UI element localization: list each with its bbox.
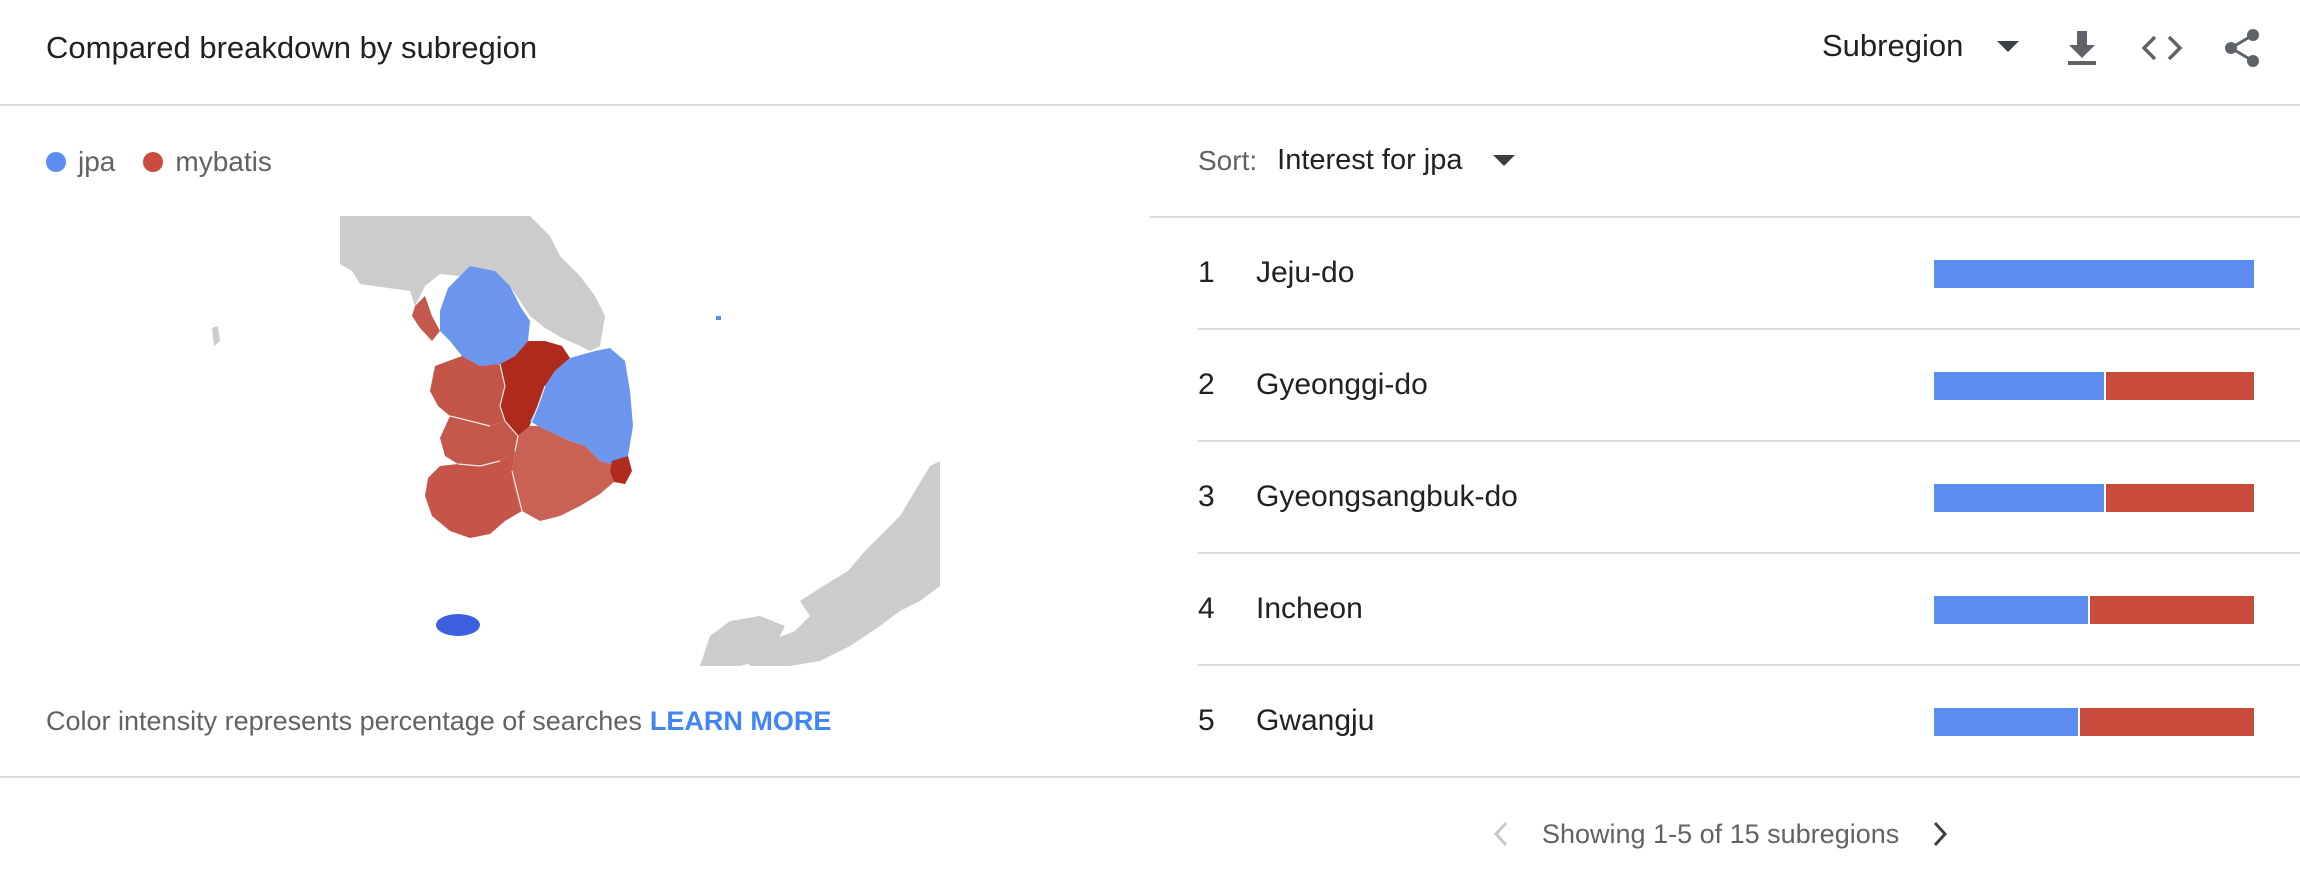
comparison-bar: [1934, 372, 2254, 400]
map-island-east: [716, 316, 721, 320]
sort-control: Sort: Interest for jpa: [1198, 144, 1515, 177]
subregion-map[interactable]: [200, 216, 940, 666]
prev-page-button[interactable]: [1486, 816, 1516, 852]
legend-label-mybatis: mybatis: [175, 146, 272, 177]
comparison-bar: [1934, 596, 2254, 624]
row-rank: 1: [1198, 256, 1215, 289]
bar-segment-mybatis: [2090, 596, 2254, 624]
next-page-button[interactable]: [1925, 816, 1955, 852]
resolution-dropdown-label: Subregion: [1822, 28, 1964, 63]
comparison-bar: [1934, 484, 2254, 512]
comparison-bar: [1934, 260, 2254, 288]
footnote-text: Color intensity represents percentage of…: [46, 706, 642, 736]
bar-segment-jpa: [1934, 372, 2104, 400]
bar-segment-jpa: [1934, 596, 2088, 624]
share-icon[interactable]: [2220, 26, 2264, 70]
sort-label: Sort:: [1198, 144, 1258, 176]
bar-segment-mybatis: [2106, 484, 2254, 512]
pagination-text: Showing 1-5 of 15 subregions: [1542, 818, 1900, 849]
row-name: Jeju-do: [1256, 256, 1355, 289]
pagination: Showing 1-5 of 15 subregions: [1486, 816, 1955, 852]
widget-title: Compared breakdown by subregion: [46, 30, 538, 65]
subregion-list: 1 Jeju-do 2 Gyeonggi-do 3 Gyeongsangbuk-…: [1198, 218, 2300, 776]
widget-header: Compared breakdown by subregion Subregio…: [0, 0, 2300, 106]
chevron-right-icon: [1934, 821, 1948, 847]
legend-dot-mybatis: [143, 152, 164, 172]
map-footnote: Color intensity represents percentage of…: [46, 706, 831, 737]
comparison-bar: [1934, 708, 2254, 736]
list-item[interactable]: 5 Gwangju: [1198, 666, 2300, 776]
bar-segment-jpa: [1934, 260, 2254, 288]
map-region-chungnam[interactable]: [430, 356, 505, 426]
bar-segment-mybatis: [2080, 708, 2254, 736]
row-name: Gwangju: [1256, 704, 1375, 737]
chevron-left-icon: [1493, 821, 1508, 847]
map-region-jeju[interactable]: [436, 614, 480, 636]
row-rank: 2: [1198, 368, 1215, 401]
caret-down-icon[interactable]: [1492, 155, 1515, 166]
bar-segment-jpa: [1934, 708, 2078, 736]
row-name: Gyeonggi-do: [1256, 368, 1428, 401]
row-rank: 4: [1198, 592, 1215, 625]
caret-down-icon: [1997, 40, 2020, 52]
list-item[interactable]: 2 Gyeonggi-do: [1198, 330, 2300, 442]
list-item[interactable]: 4 Incheon: [1198, 554, 2300, 666]
list-item[interactable]: 3 Gyeongsangbuk-do: [1198, 442, 2300, 554]
row-rank: 5: [1198, 704, 1215, 737]
footer-divider: [0, 776, 2300, 778]
legend-item-jpa: jpa: [46, 146, 115, 178]
row-name: Incheon: [1256, 592, 1363, 625]
bar-segment-mybatis: [2106, 372, 2254, 400]
bar-segment-jpa: [1934, 484, 2104, 512]
row-rank: 3: [1198, 480, 1215, 513]
row-name: Gyeongsangbuk-do: [1256, 480, 1518, 513]
list-item[interactable]: 1 Jeju-do: [1198, 218, 2300, 330]
embed-code-icon[interactable]: [2140, 26, 2184, 70]
learn-more-link[interactable]: LEARN MORE: [650, 706, 832, 736]
legend-item-mybatis: mybatis: [143, 146, 272, 178]
sort-dropdown[interactable]: Interest for jpa: [1277, 144, 1462, 177]
legend-label-jpa: jpa: [78, 146, 116, 177]
map-legend: jpa mybatis: [46, 146, 300, 178]
map-land-western-islands: [212, 326, 220, 346]
download-icon[interactable]: [2060, 26, 2104, 70]
legend-dot-jpa: [46, 152, 66, 172]
resolution-dropdown[interactable]: Subregion: [1822, 28, 2020, 64]
